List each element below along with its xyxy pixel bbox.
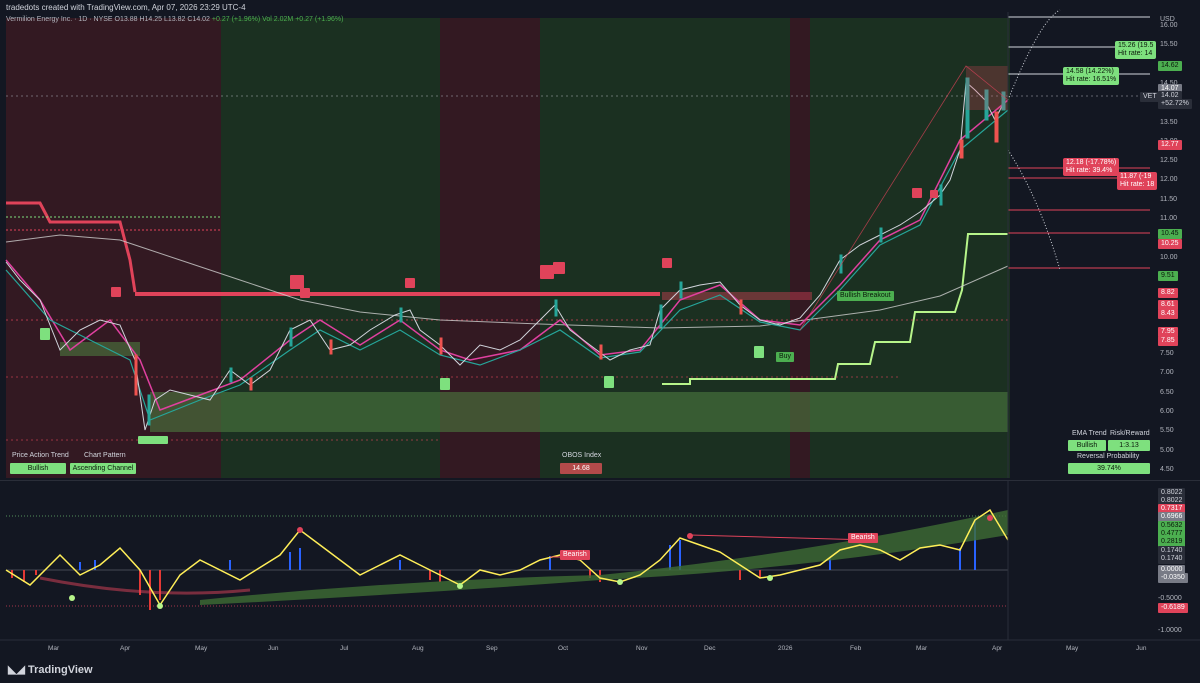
bearish-divergence-label: Bearish xyxy=(560,550,590,560)
price-tag: 12.77 xyxy=(1158,140,1182,150)
ohlc-low: L13.82 xyxy=(164,16,186,23)
oscillator-tick: 0.1740 xyxy=(1158,554,1186,564)
price-tick: 7.50 xyxy=(1160,350,1174,358)
target-down-2: 11.87 (-19 Hit rate: 18 xyxy=(1117,172,1158,190)
bearish-divergence-label: Bearish xyxy=(848,533,878,543)
osc-band xyxy=(200,510,1008,605)
ohlc-volume-change: +0.27 (+1.96%) xyxy=(295,16,344,23)
price-tick: 5.00 xyxy=(1160,446,1174,454)
time-tick: Feb xyxy=(850,645,862,652)
ohlc-volume: Vol 2.02M xyxy=(262,16,294,23)
price-tick: 10.00 xyxy=(1160,253,1178,261)
target-down-1: 12.18 (-17.78%) Hit rate: 39.4% xyxy=(1063,158,1120,176)
time-tick: Mar xyxy=(48,645,60,652)
ohlc-open: O13.88 xyxy=(114,16,138,23)
oscillator-tick: -1.0000 xyxy=(1158,627,1182,634)
pattern-value: Ascending Channel xyxy=(70,463,136,474)
obos-label: OBOS Index xyxy=(562,452,602,459)
change-tag: +52.72% xyxy=(1158,99,1192,109)
price-tag: 14.62 xyxy=(1158,61,1182,71)
chart-canvas[interactable] xyxy=(0,0,1200,683)
obos-value: 14.68 xyxy=(560,463,602,474)
time-tick: Dec xyxy=(704,645,716,652)
oscillator-tick: -0.0350 xyxy=(1158,573,1188,583)
price-tag: 7.85 xyxy=(1158,336,1178,346)
symbol-name[interactable]: Vermilion Energy Inc. · 1D · NYSE xyxy=(6,16,113,23)
target-up-1: 15.26 (19.5 Hit rate: 14 xyxy=(1115,41,1157,59)
price-tick: 6.50 xyxy=(1160,388,1174,396)
chart-pattern-label: Chart Pattern xyxy=(84,452,126,459)
oscillator-tick: -0.5000 xyxy=(1158,595,1182,602)
symbol-legend[interactable]: Vermilion Energy Inc. · 1D · NYSE O13.88… xyxy=(6,16,343,23)
risk-reward-value: 1:3.13 xyxy=(1108,440,1150,451)
oscillator-tick: -0.6189 xyxy=(1158,603,1188,613)
time-tick: Jun xyxy=(268,645,279,652)
price-tag: 9.51 xyxy=(1158,271,1178,281)
tradingview-icon: ◣◢ xyxy=(8,664,28,676)
ema-trend-value: Bullish xyxy=(1068,440,1106,451)
buy-signal-label: Buy xyxy=(776,352,795,362)
ema-trend-label: EMA Trend xyxy=(1072,430,1107,437)
time-tick: Mar xyxy=(916,645,928,652)
time-tick: Nov xyxy=(636,645,648,652)
price-tick: 11.00 xyxy=(1160,215,1177,222)
price-tick: 15.50 xyxy=(1160,41,1178,49)
price-tick: 7.00 xyxy=(1160,369,1174,377)
price-tick: 12.50 xyxy=(1160,157,1178,165)
osc-line xyxy=(5,508,1009,607)
time-tick: Apr xyxy=(120,645,131,652)
time-tick: 2026 xyxy=(778,645,793,652)
tradingview-logo[interactable]: ◣◢ TradingView xyxy=(8,663,93,676)
support-zone xyxy=(150,392,1008,432)
time-tick: May xyxy=(1066,645,1079,652)
price-tick: 11.50 xyxy=(1160,195,1177,203)
resistance-line xyxy=(135,292,660,296)
time-tick: Sep xyxy=(486,645,498,652)
risk-reward-label: Risk/Reward xyxy=(1110,430,1150,437)
price-tick: 12.00 xyxy=(1160,176,1178,184)
reversal-probability-label: Reversal Probability xyxy=(1077,453,1140,460)
price-action-trend-label: Price Action Trend xyxy=(12,452,69,459)
ohlc-close: C14.02 xyxy=(187,16,210,23)
price-tag: 10.25 xyxy=(1158,239,1182,249)
time-tick: Jun xyxy=(1136,645,1147,652)
price-tick: 13.50 xyxy=(1160,118,1178,126)
reversal-probability-value: 39.74% xyxy=(1068,463,1150,474)
price-tag: 8.43 xyxy=(1158,309,1178,319)
target-up-2: 14.58 (14.22%) Hit rate: 16.51% xyxy=(1063,67,1120,85)
trend-value: Bullish xyxy=(10,463,66,474)
price-tag: 8.82 xyxy=(1158,288,1178,298)
price-tick: 6.00 xyxy=(1160,408,1174,415)
time-tick: Oct xyxy=(558,645,569,652)
price-tick: 4.50 xyxy=(1160,465,1174,473)
time-tick: Aug xyxy=(412,645,424,652)
time-tick: Apr xyxy=(992,645,1003,652)
time-tick: Jul xyxy=(340,645,349,652)
price-tag: 10.45 xyxy=(1158,229,1182,239)
ohlc-change: +0.27 (+1.96%) xyxy=(211,16,261,23)
watermark-created: tradedots created with TradingView.com, … xyxy=(6,3,246,12)
price-tick: 5.50 xyxy=(1160,427,1174,435)
osc-dots xyxy=(69,515,993,609)
osc-histogram xyxy=(11,520,976,610)
bullish-breakout-label: Bullish Breakout xyxy=(837,291,894,301)
ohlc-high: H14.25 xyxy=(139,16,163,23)
symbol-tag: VET xyxy=(1140,92,1160,102)
price-tick: 16.00 xyxy=(1160,22,1178,29)
time-tick: May xyxy=(195,645,208,652)
